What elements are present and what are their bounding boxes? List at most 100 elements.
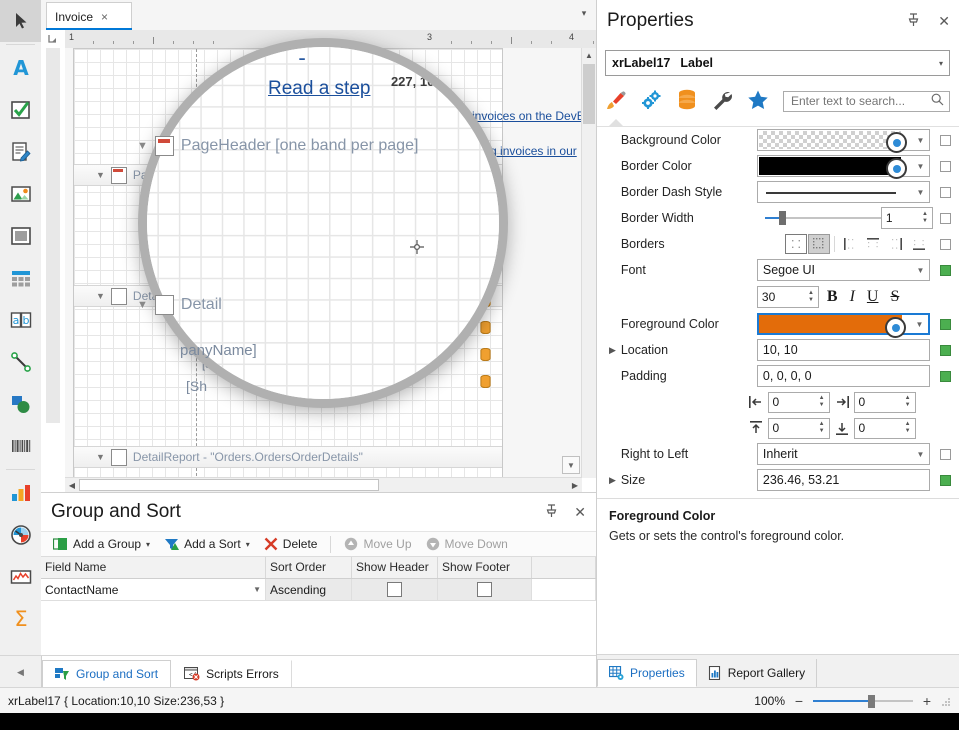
- toolbox-item-sparkline-tool[interactable]: [0, 556, 41, 598]
- borders-left-button[interactable]: [839, 234, 861, 254]
- ruler-origin-button[interactable]: [41, 30, 66, 49]
- property-value-padding[interactable]: 0, 0, 0, 0: [757, 365, 931, 387]
- property-value-font[interactable]: Segoe UI ▼: [757, 259, 931, 281]
- borders-bottom-button[interactable]: [908, 234, 930, 254]
- bottom-left-spacer[interactable]: ◀: [0, 656, 42, 688]
- font-style-controls[interactable]: 30 ▲▼ B I U S: [757, 286, 931, 308]
- close-icon[interactable]: ×: [101, 11, 108, 23]
- scroll-up-arrow[interactable]: ▲: [582, 48, 596, 62]
- property-row-background-color[interactable]: Background Color ▼: [597, 127, 959, 153]
- property-row-location[interactable]: ▶ Location 10, 10: [597, 337, 959, 363]
- data-database-icon[interactable]: [677, 89, 697, 114]
- tab-report-gallery[interactable]: Report Gallery: [697, 659, 817, 687]
- toolbox-item-shape-tool[interactable]: [0, 383, 41, 425]
- search-input[interactable]: [789, 93, 931, 109]
- property-value-border-color[interactable]: ▼: [757, 155, 931, 177]
- bold-button[interactable]: B: [827, 288, 838, 306]
- property-row-padding[interactable]: Padding 0, 0, 0, 0: [597, 363, 959, 389]
- toolbox-item-pivot-grid-tool[interactable]: Σ: [0, 598, 41, 640]
- spinner-arrows[interactable]: ▲▼: [819, 422, 825, 434]
- toolbox-item-barcode-tool[interactable]: [0, 425, 41, 467]
- color-picker-icon[interactable]: [886, 132, 907, 153]
- property-value-borders[interactable]: [757, 233, 931, 255]
- spinner-arrows[interactable]: ▲▼: [808, 291, 814, 303]
- property-marker-font[interactable]: [930, 265, 959, 276]
- toolbox-item-check-box-tool[interactable]: [0, 89, 41, 131]
- property-value-location[interactable]: 10, 10: [757, 339, 931, 361]
- property-row-padding-tb[interactable]: 0 ▲▼ 0 ▲▼: [597, 415, 959, 441]
- show-footer-checkbox[interactable]: [477, 582, 492, 597]
- add-a-group-button[interactable]: Add a Group ▾: [47, 535, 156, 554]
- add-a-sort-button[interactable]: Add a Sort ▾: [158, 535, 256, 554]
- column-header-show-footer[interactable]: Show Footer: [438, 557, 532, 578]
- zoom-out-button[interactable]: −: [793, 693, 805, 709]
- property-row-padding-lr[interactable]: 0 ▲▼ 0 ▲▼: [597, 389, 959, 415]
- tab-scripts-errors[interactable]: </ Scripts Errors: [171, 660, 292, 688]
- spinner-arrows[interactable]: ▲▼: [922, 212, 928, 224]
- favorites-star-icon[interactable]: [747, 89, 769, 114]
- scroll-left-arrow[interactable]: ◀: [65, 478, 79, 492]
- horizontal-scroll-thumb[interactable]: [79, 479, 379, 491]
- property-search-box[interactable]: [783, 91, 950, 112]
- toolbox-item-chart-tool[interactable]: [0, 472, 41, 514]
- toolbox-item-panel-tool[interactable]: [0, 215, 41, 257]
- location-field[interactable]: 10, 10: [757, 339, 931, 361]
- column-header-field-name[interactable]: Field Name: [41, 557, 266, 578]
- padding-top-bottom-editors[interactable]: 0 ▲▼ 0 ▲▼: [748, 417, 933, 439]
- behavior-gears-icon[interactable]: [641, 89, 663, 114]
- property-value-foreground-color[interactable]: ▼: [757, 313, 931, 335]
- chevron-down-icon[interactable]: ▼: [96, 291, 105, 301]
- spinner-arrows[interactable]: ▲▼: [905, 422, 911, 434]
- appearance-brush-icon[interactable]: [605, 89, 627, 114]
- cell-show-header[interactable]: [352, 579, 438, 600]
- property-row-border-dash-style[interactable]: Border Dash Style ▼: [597, 179, 959, 205]
- toolbox-item-picture-box-tool[interactable]: [0, 173, 41, 215]
- italic-button[interactable]: I: [850, 288, 855, 306]
- horizontal-scroll-track[interactable]: [79, 478, 568, 492]
- chevron-down-icon[interactable]: ▼: [917, 162, 925, 171]
- chevron-down-icon[interactable]: ▼: [253, 585, 261, 594]
- pin-icon[interactable]: [545, 504, 558, 521]
- padding-bottom-field[interactable]: 0 ▲▼: [854, 418, 916, 439]
- toolbox-item-gauge-tool[interactable]: [0, 514, 41, 556]
- property-marker-right-to-left[interactable]: [930, 449, 959, 460]
- toolbox-item-rich-text-tool[interactable]: [0, 131, 41, 173]
- property-value-border-width[interactable]: 1 ▲▼: [757, 207, 931, 229]
- band-collapse-button[interactable]: ▼: [562, 456, 580, 474]
- cell-sort-order[interactable]: Ascending: [266, 579, 352, 600]
- toolbox-item-table-tool[interactable]: [0, 257, 41, 299]
- property-row-font[interactable]: Font Segoe UI ▼: [597, 257, 959, 283]
- zoom-slider[interactable]: [813, 695, 913, 707]
- property-marker-borders[interactable]: [930, 239, 959, 250]
- chevron-down-icon[interactable]: ▾: [146, 540, 150, 549]
- band-header-detailreport[interactable]: ▼ DetailReport - "Orders.OrdersOrderDeta…: [74, 446, 502, 468]
- padding-top-field[interactable]: 0 ▲▼: [768, 418, 830, 439]
- color-picker-icon[interactable]: [886, 158, 907, 179]
- vertical-scroll-thumb[interactable]: [583, 64, 595, 124]
- document-tab-invoice[interactable]: Invoice ×: [46, 2, 132, 30]
- underline-button[interactable]: U: [867, 288, 879, 306]
- border-dash-style-combobox[interactable]: ▼: [757, 181, 931, 203]
- show-header-checkbox[interactable]: [387, 582, 402, 597]
- property-marker-padding[interactable]: [930, 371, 959, 382]
- property-row-border-color[interactable]: Border Color ▼: [597, 153, 959, 179]
- property-marker-size[interactable]: [930, 475, 959, 486]
- expand-location-icon[interactable]: ▶: [609, 345, 621, 356]
- property-row-foreground-color[interactable]: Foreground Color ▼: [597, 311, 959, 337]
- chevron-down-icon[interactable]: ▼: [917, 188, 925, 197]
- chevron-down-icon[interactable]: ▼: [917, 266, 925, 275]
- padding-field[interactable]: 0, 0, 0, 0: [757, 365, 931, 387]
- property-marker-border-width[interactable]: [930, 213, 959, 224]
- chevron-down-icon[interactable]: ▼: [917, 136, 925, 145]
- close-icon[interactable]: ✕: [938, 13, 950, 30]
- property-row-right-to-left[interactable]: Right to Left Inherit ▼: [597, 441, 959, 467]
- toolbox-item-character-comb-tool[interactable]: ab: [0, 299, 41, 341]
- chevron-down-icon[interactable]: ▼: [96, 452, 105, 462]
- misc-wrench-icon[interactable]: [711, 89, 733, 114]
- borders-all-button[interactable]: [808, 234, 830, 254]
- padding-left-right-editors[interactable]: 0 ▲▼ 0 ▲▼: [748, 391, 933, 413]
- table-row[interactable]: ContactName ▼ Ascending: [41, 579, 596, 601]
- design-vertical-scrollbar[interactable]: ▲: [581, 48, 596, 478]
- toolbox-item-pointer-tool[interactable]: [0, 0, 41, 42]
- property-marker-location[interactable]: [930, 345, 959, 356]
